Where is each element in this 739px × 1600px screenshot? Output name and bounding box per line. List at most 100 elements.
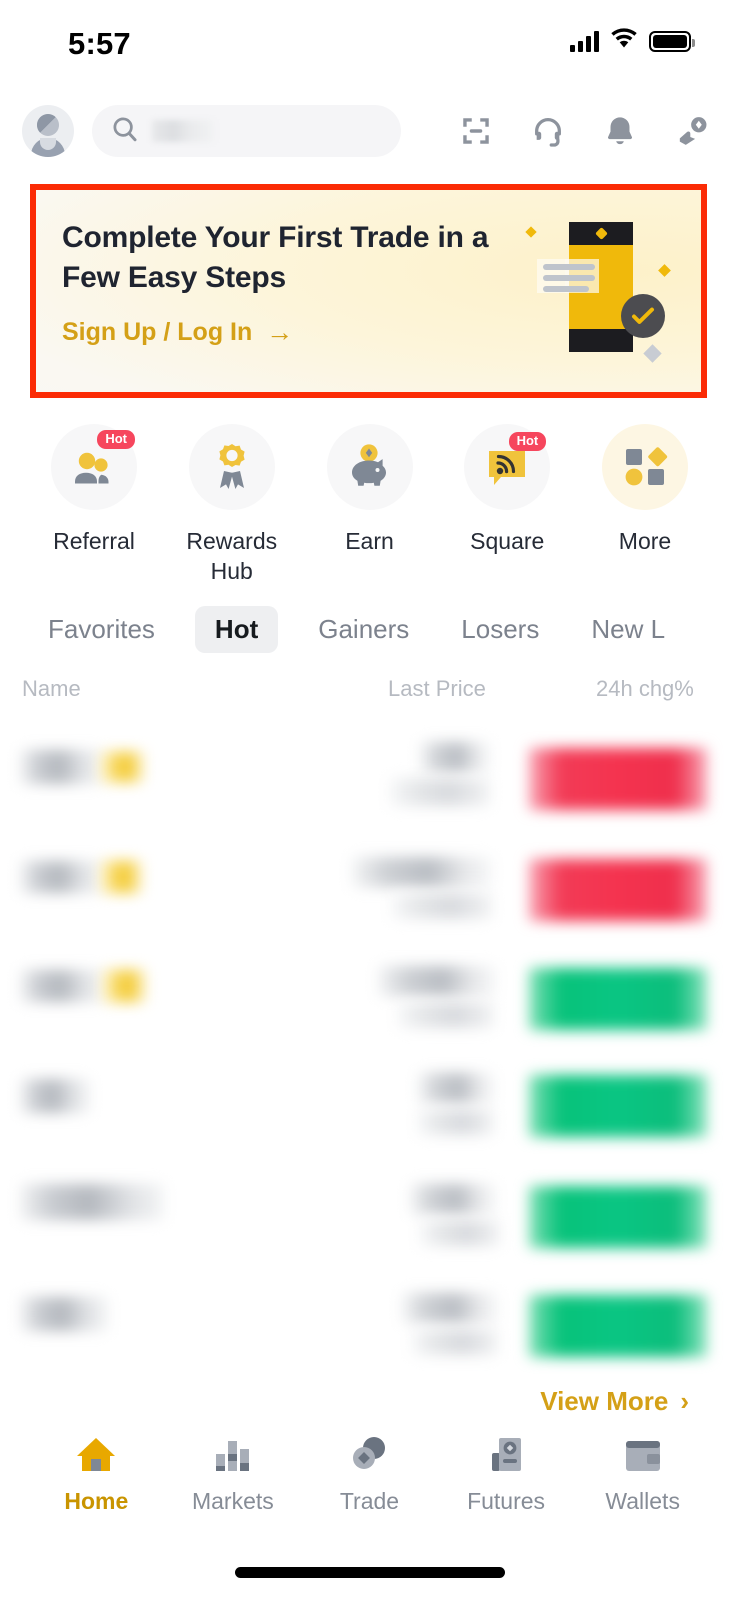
row-change-redacted: [529, 968, 707, 1030]
nav-item-markets[interactable]: Markets: [165, 1432, 302, 1515]
nav-label: Futures: [467, 1488, 546, 1514]
row-price-redacted: [378, 966, 496, 996]
avatar[interactable]: [22, 105, 74, 157]
row-change-redacted: [529, 1295, 707, 1357]
column-header-last-price: Last Price: [388, 676, 486, 701]
home-icon: [74, 1432, 118, 1476]
tab-favorites[interactable]: Favorites: [36, 606, 167, 653]
row-price-sub-redacted: [392, 893, 492, 919]
table-row[interactable]: [0, 1271, 739, 1380]
home-indicator: [234, 1567, 505, 1578]
row-symbol-redacted: [20, 750, 102, 784]
tab-new-listing[interactable]: New L: [579, 606, 677, 653]
arrow-right-icon: →: [266, 317, 294, 347]
row-price-sub-redacted: [390, 778, 490, 806]
search-icon: [110, 114, 140, 149]
quick-action-rewards-hub[interactable]: Rewards Hub: [172, 424, 292, 587]
table-row[interactable]: [0, 1162, 739, 1271]
table-row[interactable]: [0, 1053, 739, 1162]
battery-icon: [649, 30, 695, 52]
quick-action-label: Rewards Hub: [186, 528, 278, 585]
hot-badge: Hot: [508, 432, 547, 452]
onboarding-banner[interactable]: Complete Your First Trade in a Few Easy …: [36, 190, 701, 392]
rewards-medal-icon: [188, 424, 275, 510]
column-header-change: 24h chg%: [596, 676, 694, 701]
chevron-right-icon: ›: [680, 1386, 689, 1416]
markets-bars-icon: [212, 1432, 254, 1476]
row-symbol-redacted: [20, 1184, 164, 1220]
quick-action-referral[interactable]: Hot Referral: [34, 424, 154, 587]
more-shapes-icon: [602, 424, 688, 510]
row-change-redacted: [529, 859, 707, 921]
headset-support-icon[interactable]: [529, 112, 567, 150]
market-tabs: Favorites Hot Gainers Losers New L: [0, 600, 739, 658]
wallet-icon: [621, 1432, 665, 1476]
row-tag-redacted: [100, 861, 142, 893]
banner-title: Complete Your First Trade in a Few Easy …: [62, 221, 489, 294]
sparkle-icon: [525, 226, 537, 238]
app-header: [0, 96, 739, 166]
trade-coins-icon: [347, 1432, 391, 1476]
row-symbol-redacted: [20, 1297, 108, 1331]
referral-people-icon: Hot: [51, 424, 137, 510]
check-circle-icon: [621, 294, 665, 338]
nav-item-wallets[interactable]: Wallets: [574, 1432, 711, 1515]
wifi-icon: [610, 28, 638, 54]
row-price-sub-redacted: [418, 1109, 494, 1135]
nav-label: Markets: [191, 1488, 274, 1514]
market-table: [0, 726, 739, 1380]
status-bar: 5:57: [0, 0, 739, 90]
banner-illustration: [503, 204, 673, 376]
view-more-label: View More: [540, 1386, 669, 1416]
tab-gainers[interactable]: Gainers: [306, 606, 421, 653]
quick-action-square[interactable]: Hot Square: [447, 424, 567, 587]
diamond-decor-icon: [643, 344, 662, 363]
tab-losers[interactable]: Losers: [449, 606, 551, 653]
nav-label: Trade: [339, 1488, 400, 1514]
scan-icon[interactable]: [457, 112, 495, 150]
view-more-button[interactable]: View More ›: [540, 1386, 689, 1417]
app-screen: 5:57 Complete Your First Trade in a Few …: [0, 0, 739, 1600]
sparkle-icon: [658, 264, 671, 277]
nav-item-trade[interactable]: Trade: [301, 1432, 438, 1515]
row-price-redacted: [418, 1073, 494, 1103]
onboarding-banner-highlight: Complete Your First Trade in a Few Easy …: [30, 184, 707, 398]
tab-hot[interactable]: Hot: [194, 605, 279, 653]
quick-action-label: Square: [470, 528, 545, 554]
row-symbol-redacted: [20, 861, 102, 893]
search-input[interactable]: [92, 105, 401, 157]
row-price-redacted: [402, 1293, 498, 1323]
table-row[interactable]: [0, 835, 739, 944]
signup-login-link[interactable]: Sign Up / Log In →: [62, 318, 293, 347]
header-actions: [457, 112, 717, 150]
status-indicators: [570, 28, 695, 54]
market-table-header: Name Last Price 24h chg%: [0, 676, 739, 714]
nav-item-home[interactable]: Home: [28, 1432, 165, 1515]
quick-action-more[interactable]: More: [585, 424, 705, 587]
row-change-redacted: [529, 1075, 707, 1137]
deposit-icon[interactable]: [673, 112, 711, 150]
nav-label: Home: [64, 1488, 129, 1514]
nav-label: Wallets: [605, 1488, 680, 1514]
column-header-name: Name: [22, 676, 81, 701]
row-price-sub-redacted: [420, 1220, 500, 1246]
quick-action-earn[interactable]: Earn: [310, 424, 430, 587]
futures-icon: [485, 1432, 527, 1476]
row-change-redacted: [529, 1186, 707, 1248]
row-price-sub-redacted: [412, 1329, 498, 1355]
bell-notification-icon[interactable]: [601, 112, 639, 150]
nav-item-futures[interactable]: Futures: [438, 1432, 575, 1515]
quick-action-label: More: [618, 528, 672, 554]
row-symbol-redacted: [20, 970, 104, 1002]
table-row[interactable]: [0, 726, 739, 835]
hot-badge: Hot: [97, 430, 135, 450]
quick-actions: Hot Referral Rewards Hub Earn Hot Square…: [0, 424, 739, 587]
table-row[interactable]: [0, 944, 739, 1053]
bottom-navigation: Home Markets Trade Futures Wallets: [0, 1432, 739, 1538]
row-symbol-redacted: [20, 1079, 90, 1113]
earn-piggybank-icon: [326, 424, 413, 510]
row-price-redacted: [420, 742, 490, 772]
row-price-redacted: [410, 1184, 496, 1214]
row-change-redacted: [529, 748, 707, 810]
signup-login-label: Sign Up / Log In: [62, 318, 253, 346]
